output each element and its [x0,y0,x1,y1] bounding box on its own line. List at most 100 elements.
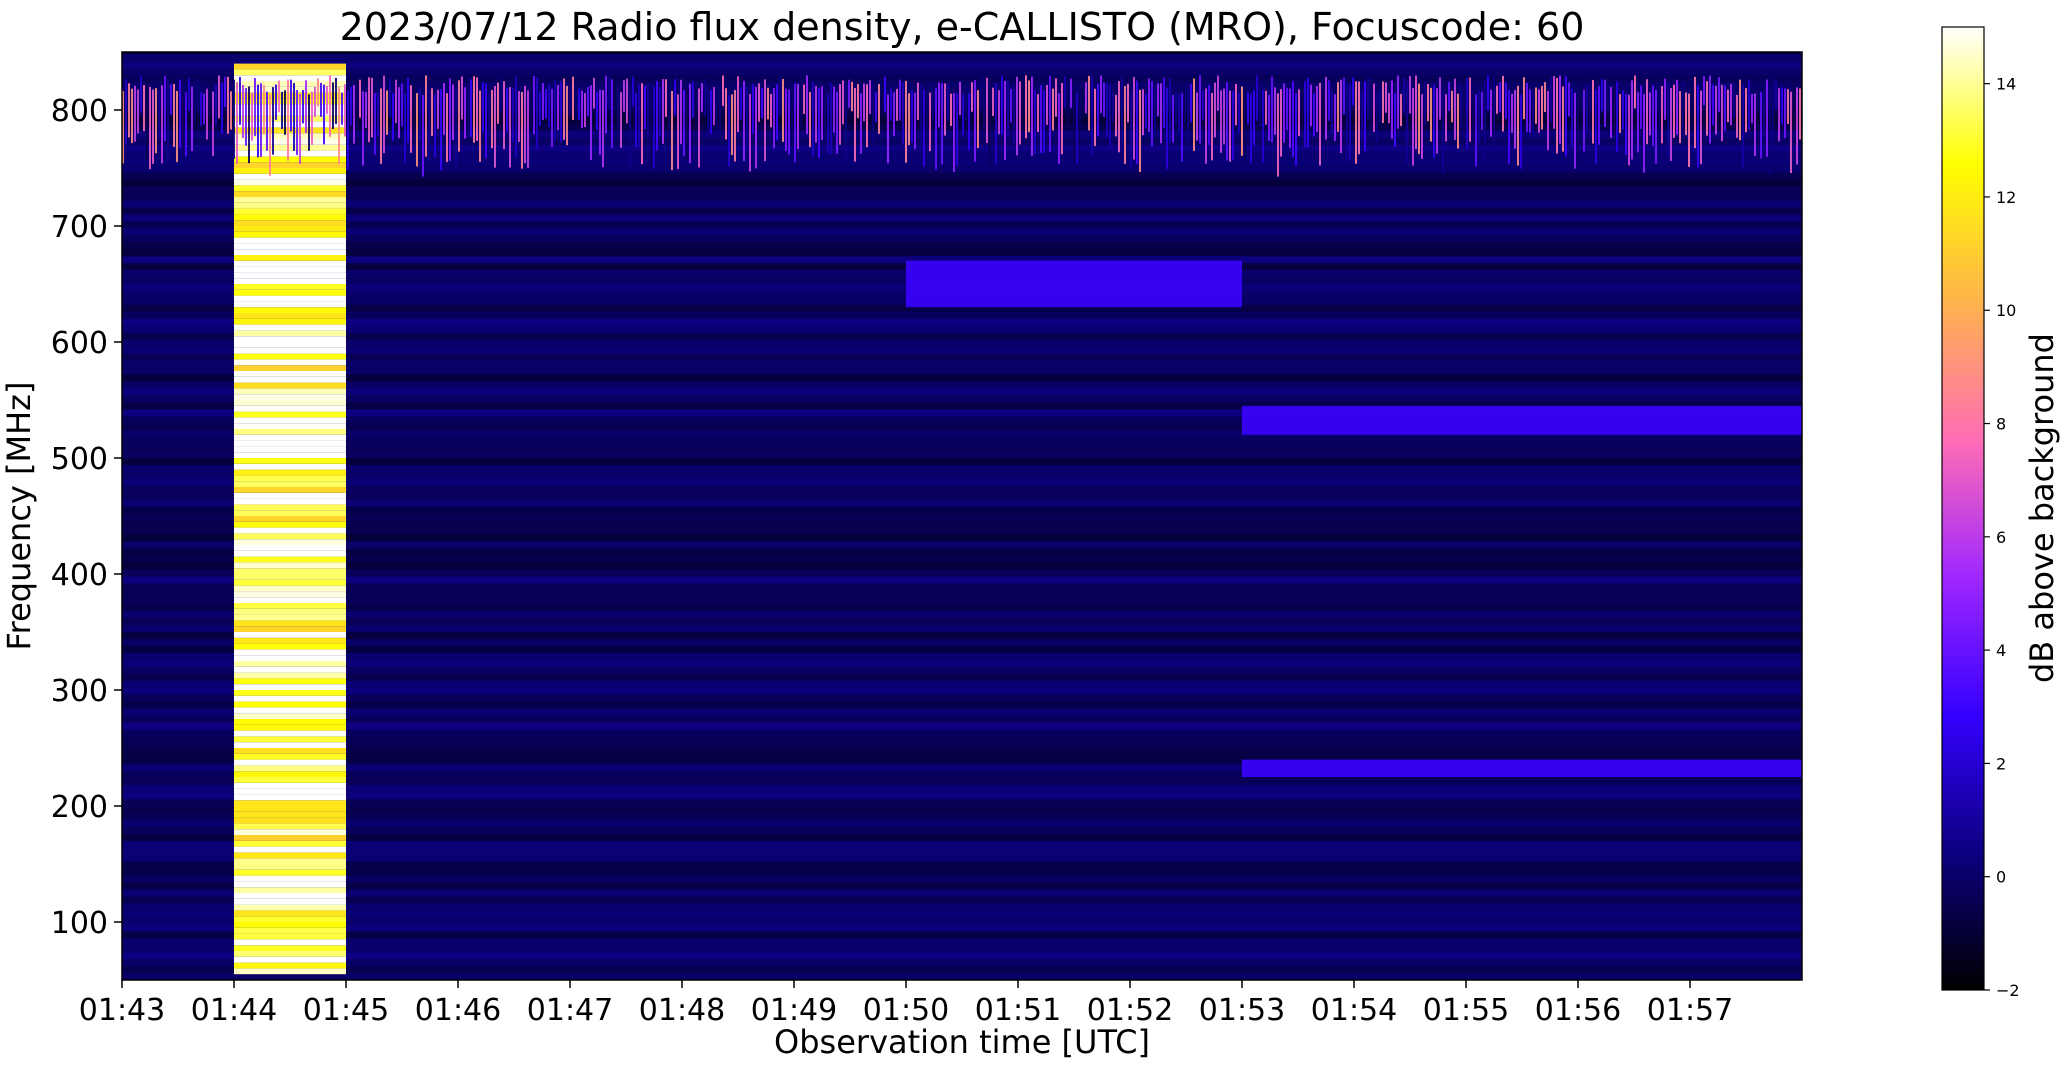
heatmap-cell [521,92,523,169]
heatmap-cell [677,94,679,169]
heatmap-cell [1127,83,1129,123]
heatmap-cell [782,79,784,142]
heatmap-cell [122,729,1802,737]
heatmap-cell [122,353,1802,361]
heatmap-cell [1775,80,1777,110]
heatmap-cell [1664,78,1666,120]
heatmap-cell [548,84,550,128]
heatmap-cell [234,852,346,859]
heatmap-cell [296,90,298,155]
chart-title: 2023/07/12 Radio flux density, e-CALLIST… [340,5,1585,49]
heatmap-cell [234,968,346,975]
heatmap-cell [1616,81,1618,153]
heatmap-cell [1196,92,1198,141]
heatmap-cell [680,79,682,145]
heatmap-cell [1460,84,1462,128]
heatmap-cell [122,966,1802,974]
heatmap-cell [122,638,1802,646]
heatmap-cell [122,652,1802,660]
heatmap-cell [671,90,673,171]
heatmap-cell [695,90,697,126]
heatmap-cell [308,94,310,151]
heatmap-cell [234,452,346,458]
heatmap-cell [323,84,325,145]
y-axis: 100 200 300 400 500 600 700 800 [51,94,122,941]
heatmap-cell [161,85,163,164]
heatmap-cell [234,753,346,760]
heatmap-cell [1496,85,1498,114]
heatmap-cell [317,78,319,107]
heatmap-cell [122,680,1802,688]
heatmap-cell [221,82,223,135]
heatmap-cell [122,451,1802,458]
heatmap-cell [512,87,514,143]
heatmap-cell [164,75,166,142]
heatmap-cell [1193,78,1195,151]
heatmap-cell [122,235,1802,243]
heatmap-cell [234,220,346,226]
heatmap-cell [234,336,346,342]
heatmap-cell [1409,75,1411,114]
heatmap-cell [1643,93,1645,173]
heatmap-cell [234,829,346,835]
heatmap-cell [234,417,346,424]
heatmap-cell [896,88,898,121]
heatmap-cell [122,388,1802,396]
heatmap-cell [545,89,547,119]
heatmap-cell [1088,75,1090,131]
heatmap-cell [234,759,346,766]
heatmap-cell [234,376,346,383]
heatmap-cell [1253,90,1255,146]
heatmap-cell [1703,76,1705,106]
heatmap-cell [1307,77,1309,148]
heatmap-cell [234,429,346,435]
heatmap-cell [1187,87,1189,154]
heatmap-cell [431,88,433,136]
heatmap-cell [1745,88,1747,133]
heatmap-cell [734,90,736,162]
heatmap-cell [608,75,610,110]
heatmap-cell [467,85,469,138]
heatmap-cell [746,86,748,149]
heatmap-cell [938,82,940,128]
heatmap-cell [1043,90,1045,154]
heatmap-cell [1397,75,1399,129]
heatmap-cell [449,78,451,161]
heatmap-cell [122,534,1802,542]
heatmap-cell [287,79,289,161]
heatmap-cell [692,81,694,119]
heatmap-cell [239,77,241,125]
heatmap-cell [530,75,532,130]
heatmap-cell [234,626,346,632]
heatmap-cell [302,90,304,124]
heatmap-cell [638,83,640,148]
x-tick-label: 01:46 [415,993,501,1028]
heatmap-cell [1580,82,1582,113]
heatmap-cell [1640,85,1642,129]
heatmap-cell [617,86,619,139]
heatmap-cell [1637,92,1639,153]
heatmap-cell [122,381,1802,389]
heatmap-cell [234,231,346,238]
heatmap-cell [122,513,1802,521]
heatmap-cell [683,90,685,157]
heatmap-cell [311,91,313,145]
colorbar-tick-label: 14 [1996,75,2016,94]
heatmap-cell [1007,80,1009,137]
heatmap-cell [234,324,346,331]
heatmap-cell [698,88,700,168]
heatmap-cell [234,591,346,598]
heatmap-cell [194,80,196,124]
heatmap-cell [234,272,346,279]
heatmap-cell [902,82,904,145]
heatmap-cell [836,91,838,154]
heatmap-cell [1418,83,1420,155]
heatmap-cell [605,75,607,134]
heatmap-cell [1700,90,1702,165]
heatmap-cell [785,88,787,152]
heatmap-cell [122,346,1802,354]
heatmap-cell [158,91,160,139]
heatmap-cell [122,659,1802,667]
heatmap-cell [1535,87,1537,124]
heatmap-cell [1679,91,1681,144]
